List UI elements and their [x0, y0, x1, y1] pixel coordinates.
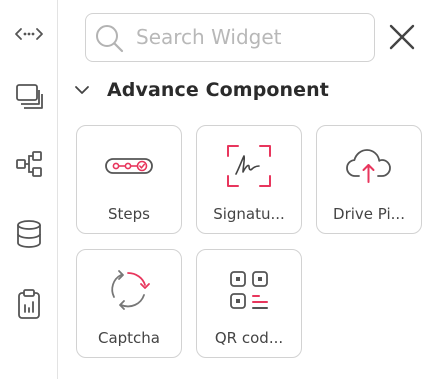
close-icon[interactable] — [388, 23, 416, 51]
drive-picker-icon — [317, 136, 420, 196]
layers-icon[interactable] — [0, 74, 58, 118]
search-input[interactable] — [136, 22, 366, 52]
signature-icon — [197, 136, 300, 196]
widget-label: Captcha — [97, 329, 160, 347]
widget-panel: Advance Component Steps — [0, 0, 429, 379]
widget-card-signature[interactable]: Signatu... — [196, 125, 302, 234]
widget-card-qr-code[interactable]: QR cod... — [196, 249, 302, 358]
search-box — [85, 13, 375, 62]
qr-code-icon — [197, 260, 300, 320]
database-icon[interactable] — [0, 212, 58, 256]
hierarchy-icon[interactable] — [0, 142, 58, 186]
widget-card-captcha[interactable]: Captcha — [76, 249, 182, 358]
code-icon[interactable] — [0, 12, 58, 56]
widget-label: Signatu... — [213, 205, 285, 223]
left-rail — [0, 0, 58, 379]
widget-label: Drive Pi... — [333, 205, 405, 223]
widget-label: Steps — [108, 205, 150, 223]
widget-card-drive-picker[interactable]: Drive Pi... — [316, 125, 422, 234]
captcha-icon — [77, 260, 180, 320]
section-title: Advance Component — [107, 79, 329, 101]
widget-label: QR cod... — [214, 329, 284, 347]
steps-icon — [77, 136, 180, 196]
widget-list-panel: Advance Component Steps — [58, 0, 429, 379]
clipboard-icon[interactable] — [0, 282, 58, 326]
widget-card-steps[interactable]: Steps — [76, 125, 182, 234]
section-header-advance-component[interactable]: Advance Component — [73, 76, 329, 104]
search-icon — [94, 23, 126, 59]
chevron-down-icon — [73, 81, 91, 99]
